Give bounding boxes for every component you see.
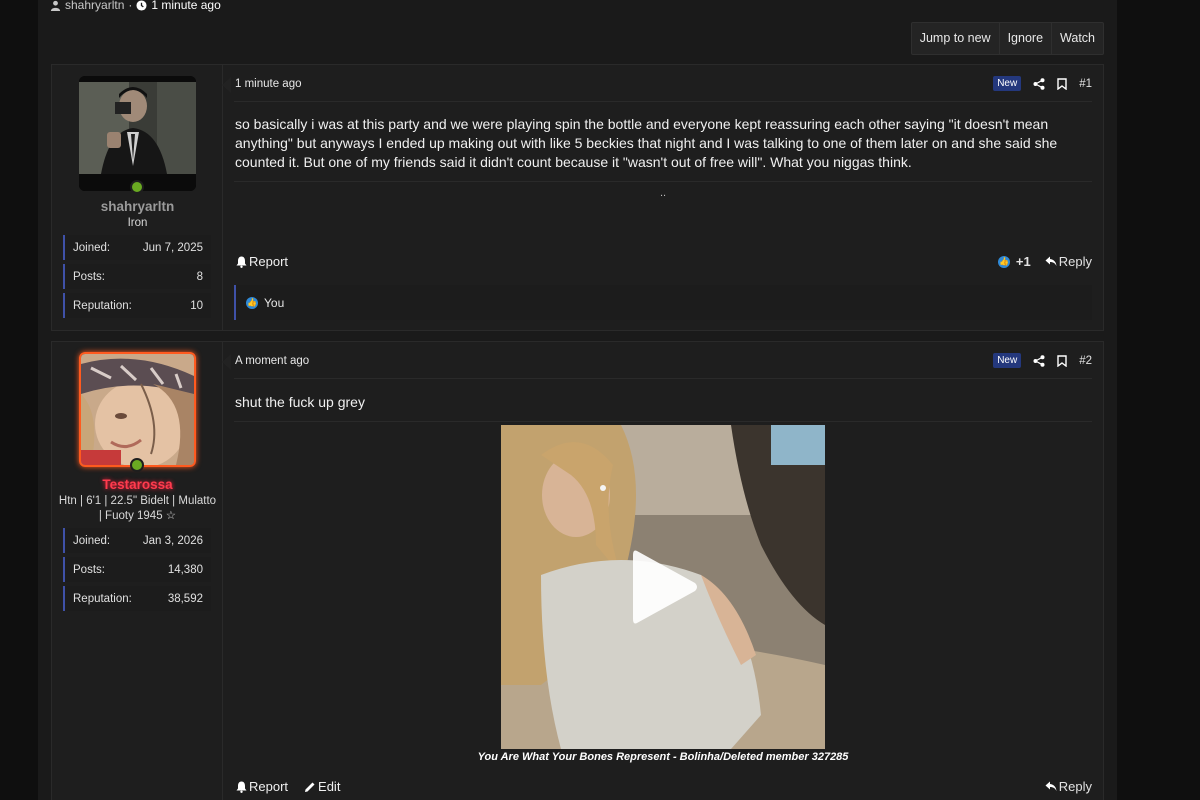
post-footer-left: Report Edit [236,779,340,794]
post-1-message: 1 minute ago New #1 so basically i was a… [234,65,1092,330]
online-status-indicator [130,180,144,194]
message-header: 1 minute ago New #1 [234,65,1092,102]
stat-value: 38,592 [167,592,203,605]
signature: .. [659,187,667,199]
report-button[interactable]: Report [236,779,288,794]
user-stats: Joined: Jan 3, 2026 Posts: 14,380 Reputati… [63,528,211,615]
stat-label: Joined: [73,241,111,254]
meta-separator: · [128,0,133,12]
stat-label: Posts: [73,563,105,576]
thread-button-group: Jump to new Ignore Watch [910,22,1104,55]
report-label: Report [249,254,289,269]
thread-meta: shahryarltn · 1 minute ago [50,0,221,12]
reply-label: Reply [1058,254,1092,269]
signature-divider [234,181,1092,182]
username[interactable]: Testarossa [52,477,223,492]
stat-joined: Joined: Jun 7, 2025 [63,235,211,260]
new-badge: New [993,353,1022,368]
stat-reputation: Reputation: 10 [63,293,211,318]
thread-author[interactable]: shahryarltn [65,0,124,12]
share-icon[interactable] [1033,354,1045,367]
reactions-users[interactable]: You [264,296,284,310]
signature-divider [234,421,1092,422]
post-number[interactable]: #1 [1079,78,1092,90]
post-body: shut the fuck up grey [235,394,365,410]
stat-label: Reputation: [73,592,132,605]
stat-value: Jan 3, 2026 [142,534,203,547]
bell-icon [236,256,247,268]
stat-label: Joined: [73,534,111,547]
stat-value: 10 [190,299,203,312]
reply-icon [1045,256,1057,266]
reply-button[interactable]: Reply [1045,779,1092,794]
stat-posts: Posts: 8 [63,264,211,289]
edit-button[interactable]: Edit [304,779,340,794]
thread-container: shahryarltn · 1 minute ago Jump to new I… [38,0,1117,800]
stat-reputation: Reputation: 38,592 [63,586,211,611]
new-badge: New [993,76,1022,91]
avatar-photo [79,76,196,191]
signature-caption: You Are What Your Bones Represent - Boli… [477,751,849,763]
jump-to-new-button[interactable]: Jump to new [912,23,999,54]
stat-value: 8 [196,270,203,283]
avatar[interactable] [79,76,196,191]
user-stats: Joined: Jun 7, 2025 Posts: 8 Reputation: 10 [63,235,211,322]
user-title: Iron [127,217,148,229]
bookmark-icon[interactable] [1057,354,1067,367]
post-2-message: A moment ago New #2 shut the fuck up gre… [234,342,1092,800]
watch-button[interactable]: Watch [1051,23,1103,54]
thread-time[interactable]: 1 minute ago [151,0,220,12]
share-icon[interactable] [1033,77,1045,90]
report-label: Report [249,779,289,794]
message-header: A moment ago New #2 [234,342,1092,379]
avatar-photo [81,354,194,465]
post-2: Testarossa Htn | 6'1 | 22.5" Bidelt | Mu… [51,341,1104,800]
post-footer-left: Report [236,254,288,269]
online-status-indicator [130,458,144,472]
bookmark-icon[interactable] [1057,77,1067,90]
ignore-button[interactable]: Ignore [998,23,1051,54]
play-icon[interactable] [631,547,701,627]
reply-label: Reply [1058,779,1092,794]
left-gutter [0,0,38,800]
stat-posts: Posts: 14,380 [63,557,211,582]
right-gutter [1117,0,1200,800]
clock-icon [136,0,147,11]
stat-joined: Joined: Jan 3, 2026 [63,528,211,553]
post-footer-right: Reply [1045,779,1092,794]
post-2-user-cell: Testarossa Htn | 6'1 | 22.5" Bidelt | Mu… [52,342,231,800]
reply-icon [1045,781,1057,791]
edit-label: Edit [318,779,341,794]
like-icon: 👍 [246,296,258,309]
post-body: so basically i was at this party and we … [235,116,1058,170]
signature-video[interactable] [501,425,825,749]
stat-label: Reputation: [73,299,132,312]
post-footer-right: 👍 +1 Reply [997,254,1092,269]
username[interactable]: shahryarltn [52,199,223,214]
post-time[interactable]: A moment ago [235,355,309,367]
stat-value: Jun 7, 2025 [142,241,203,254]
reply-button[interactable]: Reply [1045,254,1092,269]
reactions-bar[interactable]: 👍 You [234,285,1092,320]
post-1-user-cell: shahryarltn Iron Joined: Jun 7, 2025 Post… [52,65,231,330]
message-actions: New #2 [993,353,1092,368]
stat-value: 14,380 [167,563,203,576]
message-actions: New #1 [993,76,1092,91]
post-time[interactable]: 1 minute ago [235,78,302,90]
bell-icon [236,781,247,793]
like-reaction-button[interactable]: 👍 +1 [997,254,1031,269]
pencil-icon [305,782,315,792]
post-number[interactable]: #2 [1079,355,1092,367]
report-button[interactable]: Report [236,254,288,269]
avatar[interactable] [79,352,196,467]
like-icon: 👍 [997,255,1010,268]
reaction-count: +1 [1015,254,1031,269]
stat-label: Posts: [73,270,105,283]
post-1: shahryarltn Iron Joined: Jun 7, 2025 Post… [51,64,1104,331]
user-title: Htn | 6'1 | 22.5" Bidelt | Mulatto | Fuo… [58,495,217,522]
user-icon [50,0,61,11]
